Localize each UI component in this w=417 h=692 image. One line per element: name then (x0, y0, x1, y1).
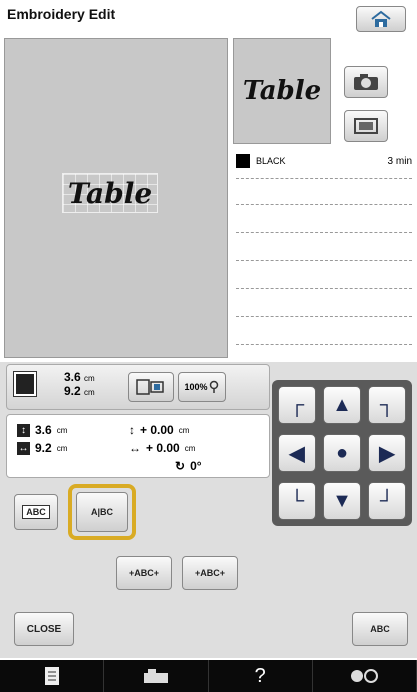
embroidery-unit-icon (143, 669, 168, 683)
thread-color-name: BLACK (256, 156, 286, 166)
chevron-left-icon: ◀ (289, 442, 305, 465)
thread-divider (236, 204, 412, 205)
zoom-button[interactable]: 100% (178, 372, 226, 402)
thread-time: 3 min (387, 155, 412, 167)
embroidery-unit-button[interactable] (104, 660, 209, 692)
vertical-offset-readout: ↕ + 0.00 cm (129, 423, 190, 437)
thread-list-item: BLACK 3 min (236, 152, 412, 170)
pattern-info: ↕ 3.6 cm ↔ 9.2 cm ↕ + 0.00 cm ↔ + 0.00 cm ↻ … (6, 414, 270, 478)
move-down-right-button[interactable]: ┘ (368, 482, 406, 520)
width-readout: ↔ 9.2 cm (17, 441, 68, 455)
page-title: Embroidery Edit (7, 6, 116, 22)
array-label: ABC (22, 505, 50, 519)
thread-divider (236, 288, 412, 289)
chevron-down-icon: ▼ (332, 489, 352, 512)
chevron-right-icon: ▶ (379, 442, 395, 465)
layout-button[interactable] (128, 372, 174, 402)
document-icon (44, 667, 59, 685)
rotation-readout: ↻ 0° (175, 459, 202, 473)
move-down-button[interactable]: ▼ (323, 482, 361, 520)
rotate-icon: ↻ (175, 459, 186, 473)
thread-divider (236, 260, 412, 261)
text-label: ABC (370, 624, 390, 634)
text-button[interactable]: ABC (352, 612, 408, 646)
move-down-left-button[interactable]: └ (278, 482, 316, 520)
corner-down-right-icon: ┘ (379, 489, 395, 512)
camera-icon (354, 74, 378, 90)
pattern-size: 3.6 cm 9.2 cm (64, 370, 95, 398)
move-pad: ┌ ▲ ┐ ◀ ● ▶ └ ▼ ┘ (272, 380, 412, 526)
chevron-up-icon: ▲ (332, 393, 352, 416)
size-icon (14, 372, 36, 396)
settings-icon (351, 669, 379, 683)
thread-divider (236, 316, 412, 317)
move-up-button[interactable]: ▲ (323, 386, 361, 424)
thread-divider (236, 232, 412, 233)
center-dot-icon: ● (335, 441, 349, 464)
canvas-pattern-text: Table (67, 176, 153, 210)
move-right-button[interactable]: ▶ (368, 434, 406, 472)
increase-spacing-button[interactable]: +ABC+ (182, 556, 238, 590)
close-button[interactable]: CLOSE (14, 612, 74, 646)
settings-button[interactable] (313, 660, 417, 692)
thread-divider (236, 344, 412, 345)
move-up-right-button[interactable]: ┐ (368, 386, 406, 424)
corner-up-left-icon: ┌ (289, 393, 305, 416)
home-button[interactable] (356, 6, 406, 32)
center-button[interactable]: ● (323, 434, 361, 472)
corner-up-right-icon: ┐ (379, 393, 395, 416)
layout-icon (136, 379, 164, 395)
width-icon: ↔ (17, 441, 30, 455)
home-icon (371, 10, 391, 27)
help-button[interactable]: ? (209, 660, 313, 692)
height-icon: ↕ (17, 423, 30, 437)
selection-highlight (68, 484, 136, 540)
vertical-arrow-icon: ↕ (129, 423, 135, 437)
increase-spacing-label: +ABC+ (194, 568, 225, 578)
scan-button[interactable] (344, 110, 388, 142)
camera-button[interactable] (344, 66, 388, 98)
bottom-bar: ? (0, 660, 417, 692)
scan-icon (354, 118, 378, 134)
manual-button[interactable] (0, 660, 105, 692)
horizontal-offset-readout: ↔ + 0.00 cm (129, 441, 196, 455)
pattern-preview: Table (233, 38, 331, 144)
thread-divider (236, 178, 412, 179)
decrease-spacing-label: +ABC+ (128, 568, 159, 578)
move-left-button[interactable]: ◀ (278, 434, 316, 472)
move-up-left-button[interactable]: ┌ (278, 386, 316, 424)
magnifier-icon (209, 380, 218, 393)
horizontal-arrow-icon: ↔ (129, 441, 141, 455)
height-readout: ↕ 3.6 cm (17, 423, 67, 437)
array-button[interactable]: ABC (14, 494, 58, 530)
corner-down-left-icon: └ (289, 489, 305, 512)
help-label: ? (254, 664, 266, 687)
decrease-spacing-button[interactable]: +ABC+ (116, 556, 172, 590)
close-label: CLOSE (26, 623, 62, 635)
thread-color-swatch (236, 154, 250, 168)
zoom-label: 100% (184, 382, 208, 392)
